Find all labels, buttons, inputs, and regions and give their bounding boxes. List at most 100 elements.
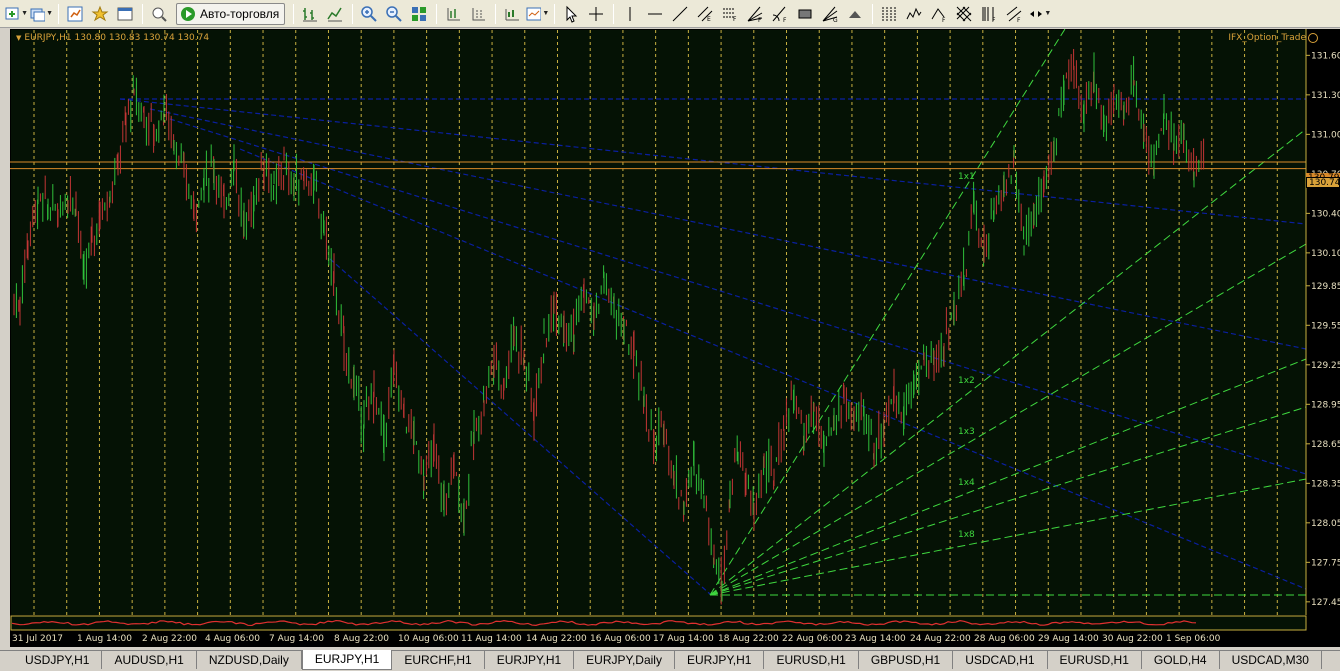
zigzag-icon[interactable] — [902, 3, 926, 25]
chart-menu-triangle-icon[interactable]: ▼ — [16, 34, 21, 42]
auto-trading-button[interactable]: Авто-торговля — [176, 2, 286, 25]
tab-gold-h4[interactable]: GOLD,H4 — [1142, 651, 1220, 669]
gann-label: 1x4 — [958, 478, 975, 488]
x-tick-label: 16 Aug 06:00 — [590, 634, 651, 644]
svg-text:F: F — [1017, 17, 1021, 23]
arrows-menu-icon[interactable]: ▼ — [1027, 3, 1051, 25]
x-tick-label: 1 Aug 14:00 — [77, 634, 132, 644]
cycle-lines-icon[interactable] — [877, 3, 901, 25]
x-tick-label: 22 Aug 06:00 — [782, 634, 843, 644]
line-chart-icon[interactable] — [323, 3, 347, 25]
plot-area — [11, 30, 1306, 615]
chart-window[interactable]: 1x11x21x31x41x8131.60131.30131.00130.701… — [10, 29, 1340, 647]
y-tick-label: 129.25 — [1311, 361, 1340, 371]
x-tick-label: 10 Aug 06:00 — [398, 634, 459, 644]
current-price-tag: 130.74 — [1306, 177, 1340, 188]
templates-icon[interactable]: ▼ — [525, 3, 549, 25]
gann-label: 1x2 — [958, 376, 975, 386]
gann-label: 1x3 — [958, 427, 975, 437]
tab-eurusd-h1[interactable]: EURUSD,H1 — [1048, 651, 1142, 669]
strategy-tester-icon[interactable] — [147, 3, 171, 25]
x-tick-label: 18 Aug 22:00 — [718, 634, 779, 644]
y-tick-label: 129.55 — [1311, 321, 1340, 331]
gann-label: 1x8 — [958, 530, 975, 540]
tile-windows-icon[interactable] — [407, 3, 431, 25]
y-tick-label: 128.95 — [1311, 400, 1340, 410]
rectangle-icon[interactable] — [793, 3, 817, 25]
tab-audusd-h1[interactable]: AUDUSD,H1 — [102, 651, 197, 669]
y-tick-label: 127.75 — [1311, 558, 1340, 568]
gann-label: 1x1 — [958, 172, 975, 182]
tab-usdjpy-h1[interactable]: USDJPY,H1 — [13, 651, 103, 669]
zoom-in-icon[interactable] — [357, 3, 381, 25]
x-tick-label: 8 Aug 22:00 — [334, 634, 389, 644]
fibo-channel-icon[interactable]: F — [1002, 3, 1026, 25]
y-tick-label: 127.45 — [1311, 598, 1340, 608]
x-tick-label: 31 Jul 2017 — [12, 634, 63, 644]
tab-nzdusd-daily[interactable]: NZDUSD,Daily — [197, 651, 302, 669]
price-chart[interactable]: 1x11x21x31x41x8131.60131.30131.00130.701… — [10, 29, 1340, 647]
profiles-icon[interactable]: ▼ — [29, 3, 53, 25]
x-tick-label: 14 Aug 22:00 — [526, 634, 587, 644]
x-tick-label: 24 Aug 22:00 — [910, 634, 971, 644]
vertical-line-icon[interactable] — [618, 3, 642, 25]
x-tick-label: 7 Aug 14:00 — [269, 634, 324, 644]
y-tick-label: 131.30 — [1311, 91, 1340, 101]
zoom-out-icon[interactable] — [382, 3, 406, 25]
x-tick-label: 29 Aug 14:00 — [1038, 634, 1099, 644]
tab-usdcad-h1[interactable]: USDCAD,H1 — [953, 651, 1048, 669]
cursor-icon[interactable] — [559, 3, 583, 25]
tab-eurjpy-daily[interactable]: EURJPY,Daily — [574, 651, 675, 669]
y-tick-label: 131.60 — [1311, 51, 1340, 61]
arrow-up-icon[interactable] — [843, 3, 867, 25]
chart-header-text: EURJPY,H1 130.80 130.83 130.74 130.74 — [24, 33, 210, 43]
x-tick-label: 17 Aug 14:00 — [653, 634, 714, 644]
x-tick-label: 4 Aug 06:00 — [205, 634, 260, 644]
y-tick-label: 128.05 — [1311, 519, 1340, 529]
indicators-icon[interactable] — [500, 3, 524, 25]
expert-smiley-icon — [1308, 33, 1318, 43]
chart-shift-icon[interactable] — [466, 3, 490, 25]
svg-text:F: F — [733, 16, 737, 23]
tab-eurjpy-h1[interactable]: EURJPY,H1 — [485, 651, 575, 669]
trendline-icon[interactable] — [668, 3, 692, 25]
terminal-icon[interactable] — [113, 3, 137, 25]
toolbar: ▼ ▼ Авто-торговля ▼ E F F F G F F F ▼ — [0, 0, 1340, 28]
bar-chart-icon[interactable] — [298, 3, 322, 25]
gann-grid-icon[interactable] — [952, 3, 976, 25]
x-tick-label: 28 Aug 06:00 — [974, 634, 1035, 644]
y-tick-label: 128.65 — [1311, 440, 1340, 450]
y-tick-label: 131.00 — [1311, 130, 1340, 140]
fibo-arcs-icon[interactable]: F — [768, 3, 792, 25]
horizontal-line-icon[interactable] — [643, 3, 667, 25]
gann-fan-icon[interactable]: G — [818, 3, 842, 25]
x-tick-label: 2 Aug 22:00 — [142, 634, 197, 644]
fibo-timezones-icon[interactable]: F — [977, 3, 1001, 25]
y-tick-label: 130.40 — [1311, 209, 1340, 219]
fibo-expansion-icon[interactable]: F — [927, 3, 951, 25]
crosshair-icon[interactable] — [584, 3, 608, 25]
x-tick-label: 11 Aug 14:00 — [461, 634, 522, 644]
svg-text:F: F — [992, 17, 996, 23]
tab-usdcad-m30[interactable]: USDCAD,M30 — [1220, 651, 1322, 669]
y-tick-label: 129.85 — [1311, 282, 1340, 292]
navigator-icon[interactable] — [88, 3, 112, 25]
market-watch-icon[interactable] — [63, 3, 87, 25]
fibo-retracement-icon[interactable]: F — [718, 3, 742, 25]
svg-text:F: F — [942, 17, 946, 23]
auto-scroll-icon[interactable] — [441, 3, 465, 25]
equidistant-channel-icon[interactable]: E — [693, 3, 717, 25]
tab-eurusd-h1[interactable]: EURUSD,H1 — [764, 651, 859, 669]
tab-eurchf-h1[interactable]: EURCHF,H1 — [392, 651, 485, 669]
svg-text:E: E — [707, 16, 711, 23]
svg-text:F: F — [758, 17, 762, 23]
tab-eurjpy-h1[interactable]: EURJPY,H1 — [675, 651, 765, 669]
tab-gbpusd-h1[interactable]: GBPUSD,H1 — [859, 651, 954, 669]
fibo-fan-icon[interactable]: F — [743, 3, 767, 25]
x-tick-label: 23 Aug 14:00 — [845, 634, 906, 644]
y-tick-label: 130.10 — [1311, 249, 1340, 259]
x-tick-label: 1 Sep 06:00 — [1166, 634, 1221, 644]
new-chart-icon[interactable]: ▼ — [4, 3, 28, 25]
x-tick-label: 30 Aug 22:00 — [1102, 634, 1163, 644]
tab-eurjpy-h1[interactable]: EURJPY,H1 — [301, 650, 393, 670]
